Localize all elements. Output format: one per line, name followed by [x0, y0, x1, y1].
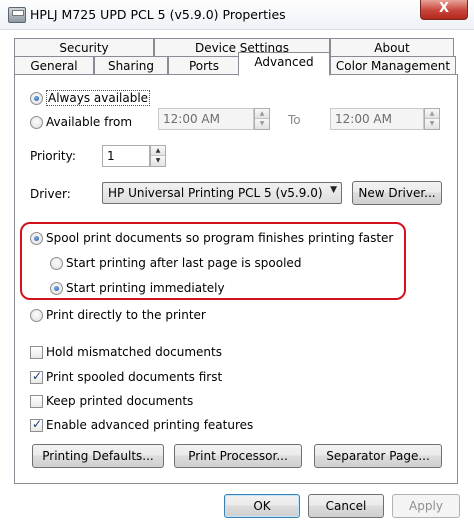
spin-up-icon[interactable]: ▲ [255, 109, 269, 119]
to-time-field[interactable]: 12:00 AM [330, 108, 424, 130]
tab-about[interactable]: About [330, 38, 454, 58]
keep-printed-label[interactable]: Keep printed documents [46, 394, 193, 408]
print-processor-button[interactable]: Print Processor... [174, 444, 302, 468]
chevron-down-icon: ▼ [330, 185, 337, 195]
enable-advanced-features-label[interactable]: Enable advanced printing features [46, 418, 253, 432]
driver-label: Driver: [30, 187, 71, 201]
start-immediately-label[interactable]: Start printing immediately [66, 281, 225, 295]
priority-field[interactable]: 1 [102, 145, 150, 167]
print-directly-label[interactable]: Print directly to the printer [46, 308, 206, 322]
tab-security[interactable]: Security [14, 38, 154, 58]
to-label: To [288, 113, 301, 127]
print-directly-radio[interactable] [30, 309, 43, 322]
from-time-spinner[interactable]: ▲ ▼ [254, 108, 270, 130]
cancel-button[interactable]: Cancel [308, 494, 384, 518]
printing-defaults-button[interactable]: Printing Defaults... [32, 444, 164, 468]
ok-button[interactable]: OK [224, 494, 300, 518]
always-available-radio[interactable] [30, 92, 43, 105]
spin-down-icon[interactable]: ▼ [425, 119, 439, 129]
priority-spinner[interactable]: ▲ ▼ [150, 145, 166, 167]
window-title: HPLJ M725 UPD PCL 5 (v5.9.0) Properties [30, 7, 286, 22]
close-button[interactable]: X [420, 0, 468, 20]
spin-down-icon[interactable]: ▼ [255, 119, 269, 129]
driver-select-value: HP Universal Printing PCL 5 (v5.9.0) [108, 186, 323, 200]
spin-down-icon[interactable]: ▼ [151, 156, 165, 166]
tab-general[interactable]: General [14, 56, 94, 76]
tab-sharing[interactable]: Sharing [94, 56, 168, 76]
enable-advanced-features-checkbox[interactable] [30, 417, 43, 432]
print-spooled-first-label[interactable]: Print spooled documents first [46, 370, 222, 384]
tab-advanced[interactable]: Advanced [238, 52, 330, 76]
new-driver-button[interactable]: New Driver... [352, 181, 442, 205]
spool-documents-label[interactable]: Spool print documents so program finishe… [46, 231, 393, 245]
to-time-spinner[interactable]: ▲ ▼ [424, 108, 440, 130]
separator-page-button[interactable]: Separator Page... [314, 444, 442, 468]
available-from-label[interactable]: Available from [46, 115, 132, 129]
always-available-label[interactable]: Always available [46, 90, 151, 106]
priority-label: Priority: [30, 149, 76, 163]
spin-up-icon[interactable]: ▲ [151, 146, 165, 156]
available-from-radio[interactable] [30, 116, 43, 129]
hold-mismatched-label[interactable]: Hold mismatched documents [46, 345, 222, 359]
spool-documents-radio[interactable] [30, 232, 43, 245]
apply-button[interactable]: Apply [392, 494, 460, 518]
printer-icon [8, 7, 26, 23]
driver-select[interactable]: HP Universal Printing PCL 5 (v5.9.0) ▼ [102, 182, 342, 204]
from-time-field[interactable]: 12:00 AM [158, 108, 254, 130]
start-after-last-page-radio[interactable] [50, 257, 63, 270]
start-after-last-page-label[interactable]: Start printing after last page is spoole… [66, 256, 301, 270]
hold-mismatched-checkbox[interactable] [30, 346, 43, 359]
tab-color-management[interactable]: Color Management [330, 56, 456, 76]
start-immediately-radio[interactable] [50, 282, 63, 295]
print-spooled-first-checkbox[interactable] [30, 369, 43, 384]
tab-ports[interactable]: Ports [168, 56, 240, 76]
keep-printed-checkbox[interactable] [30, 395, 43, 408]
spin-up-icon[interactable]: ▲ [425, 109, 439, 119]
